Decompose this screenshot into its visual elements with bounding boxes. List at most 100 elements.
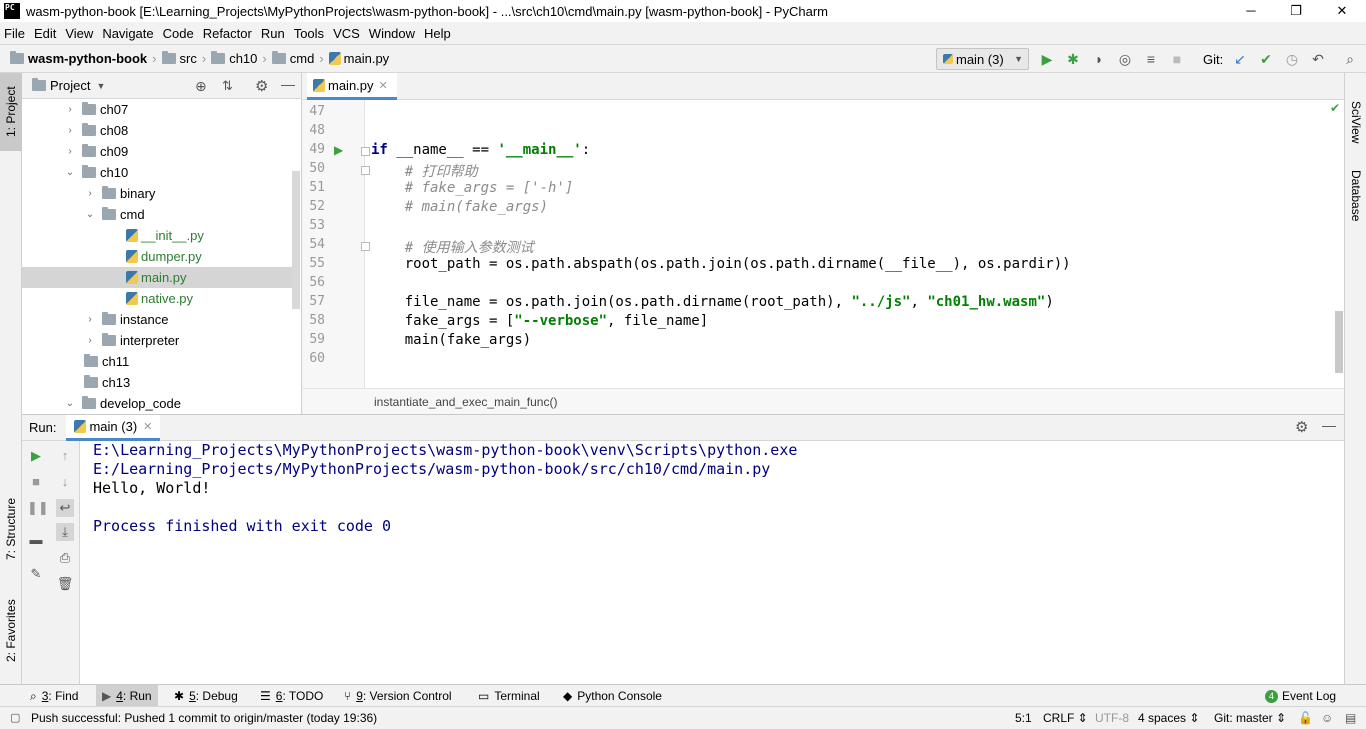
inspection-ok-icon[interactable]: ✔ bbox=[1330, 101, 1340, 115]
breadcrumb-ch10[interactable]: ch10 bbox=[211, 51, 257, 66]
maximize-button[interactable]: ❐ bbox=[1273, 0, 1319, 22]
menu-help[interactable]: Help bbox=[424, 26, 451, 41]
tree-item-ch10[interactable]: ⌄ ch10 bbox=[22, 162, 292, 183]
tree-item-native-py[interactable]: native.py bbox=[22, 288, 292, 309]
lock-icon[interactable]: 🔓 bbox=[1298, 711, 1313, 725]
project-tool-tab[interactable]: 1: Project bbox=[0, 73, 22, 151]
fold-marker-icon[interactable] bbox=[361, 147, 370, 156]
menu-file[interactable]: File bbox=[4, 26, 25, 41]
menu-run[interactable]: Run bbox=[261, 26, 285, 41]
fold-marker-icon[interactable] bbox=[361, 166, 370, 175]
breadcrumb-cmd[interactable]: cmd bbox=[271, 51, 314, 66]
rerun-icon[interactable]: ▶ bbox=[27, 447, 45, 465]
hide-icon[interactable]: — bbox=[1322, 417, 1336, 433]
tool-tab-python-console[interactable]: ◆ Python Console bbox=[563, 685, 662, 707]
close-button[interactable]: ✕ bbox=[1319, 0, 1365, 22]
menu-tools[interactable]: Tools bbox=[294, 26, 324, 41]
menu-window[interactable]: Window bbox=[369, 26, 415, 41]
fold-marker-icon[interactable] bbox=[361, 242, 370, 251]
chevron-down-icon[interactable]: ▼ bbox=[96, 81, 105, 91]
chevron-right-icon[interactable]: › bbox=[64, 104, 76, 115]
tree-item-interpreter[interactable]: › interpreter bbox=[22, 330, 292, 351]
chevron-right-icon[interactable]: › bbox=[64, 125, 76, 136]
menu-vcs[interactable]: VCS bbox=[333, 26, 360, 41]
close-tab-icon[interactable]: ✕ bbox=[143, 420, 152, 433]
profile-icon[interactable]: ◎ bbox=[1117, 51, 1133, 67]
tree-item-instance[interactable]: › instance bbox=[22, 309, 292, 330]
inspector-icon[interactable]: ☺ bbox=[1321, 711, 1333, 725]
hide-icon[interactable]: — bbox=[281, 76, 295, 92]
git-branch[interactable]: Git: master ⇕ bbox=[1214, 711, 1286, 725]
tree-item-ch07[interactable]: › ch07 bbox=[22, 99, 292, 120]
tool-tab-find[interactable]: ⌕ 3: Find bbox=[30, 685, 78, 707]
arrow-up-icon[interactable]: ↑ bbox=[56, 447, 74, 465]
locate-icon[interactable]: ⊕ bbox=[195, 78, 207, 95]
favorites-tool-tab[interactable]: 2: Favorites bbox=[0, 585, 22, 677]
chevron-down-icon[interactable]: ⌄ bbox=[84, 209, 96, 220]
menu-edit[interactable]: Edit bbox=[34, 26, 56, 41]
editor-breadcrumb[interactable]: instantiate_and_exec_main_func() bbox=[303, 388, 1344, 414]
console-output[interactable]: E:\Learning_Projects\MyPythonProjects\wa… bbox=[93, 441, 797, 536]
status-message[interactable]: Push successful: Pushed 1 commit to orig… bbox=[31, 711, 377, 725]
stop-icon[interactable]: ■ bbox=[1169, 51, 1185, 67]
run-gutter-icon[interactable]: ▶ bbox=[334, 143, 343, 157]
indent-setting[interactable]: 4 spaces ⇕ bbox=[1138, 711, 1199, 725]
vcs-update-icon[interactable]: ↙ bbox=[1232, 51, 1248, 67]
menu-code[interactable]: Code bbox=[163, 26, 194, 41]
event-log-button[interactable]: 4 Event Log bbox=[1265, 685, 1336, 707]
close-tab-icon[interactable]: ✕ bbox=[379, 79, 388, 92]
chevron-down-icon[interactable]: ⌄ bbox=[64, 398, 76, 409]
menu-view[interactable]: View bbox=[65, 26, 93, 41]
gear-icon[interactable]: ⚙ bbox=[1295, 418, 1308, 436]
tool-tab-run[interactable]: ▶ 4: Run bbox=[96, 685, 158, 707]
tree-item-init-py[interactable]: __init__.py bbox=[22, 225, 292, 246]
stop-icon[interactable]: ■ bbox=[27, 473, 45, 491]
tool-tab-todo[interactable]: ☰ 6: TODO bbox=[260, 685, 323, 707]
line-separator[interactable]: CRLF ⇕ bbox=[1043, 711, 1088, 725]
chevron-right-icon[interactable]: › bbox=[84, 314, 96, 325]
tree-item-ch08[interactable]: › ch08 bbox=[22, 120, 292, 141]
chevron-right-icon[interactable]: › bbox=[64, 146, 76, 157]
structure-tool-tab[interactable]: 7: Structure bbox=[0, 483, 22, 575]
project-panel-title[interactable]: Project bbox=[50, 78, 90, 93]
coverage-icon[interactable]: ◗ bbox=[1091, 51, 1107, 67]
vcs-commit-icon[interactable]: ✔ bbox=[1258, 51, 1274, 67]
tree-item-ch09[interactable]: › ch09 bbox=[22, 141, 292, 162]
tree-item-cmd[interactable]: ⌄ cmd bbox=[22, 204, 292, 225]
editor-scrollbar[interactable] bbox=[1335, 311, 1343, 373]
tree-item-develop-code[interactable]: ⌄ develop_code bbox=[22, 393, 292, 414]
status-toggle-icon[interactable]: ▢ bbox=[10, 711, 20, 724]
pause-icon[interactable]: ❚❚ bbox=[27, 499, 49, 517]
tree-item-main-py[interactable]: main.py bbox=[22, 267, 292, 288]
tree-item-dumper-py[interactable]: dumper.py bbox=[22, 246, 292, 267]
notifications-icon[interactable]: ▤ bbox=[1345, 711, 1356, 725]
run-configuration-select[interactable]: main (3) ▼ bbox=[936, 48, 1029, 70]
menu-navigate[interactable]: Navigate bbox=[102, 26, 153, 41]
search-icon[interactable]: ⌕ bbox=[1342, 51, 1358, 67]
breadcrumb-project[interactable]: wasm-python-book bbox=[10, 51, 147, 66]
restore-layout-icon[interactable]: ▬ bbox=[27, 531, 45, 549]
pin-icon[interactable]: ✎ bbox=[27, 565, 45, 583]
database-tool-tab[interactable]: Database bbox=[1345, 161, 1366, 231]
tree-item-ch13[interactable]: ch13 bbox=[22, 372, 292, 393]
tree-item-ch11[interactable]: ch11 bbox=[22, 351, 292, 372]
arrow-down-icon[interactable]: ↓ bbox=[56, 473, 74, 491]
breadcrumb-src[interactable]: src bbox=[161, 51, 197, 66]
history-icon[interactable]: ◷ bbox=[1284, 51, 1300, 67]
sciview-tool-tab[interactable]: SciView bbox=[1345, 97, 1366, 147]
caret-position[interactable]: 5:1 bbox=[1015, 711, 1032, 725]
collapse-all-icon[interactable]: ⇅ bbox=[222, 78, 233, 94]
chevron-right-icon[interactable]: › bbox=[84, 188, 96, 199]
rollback-icon[interactable]: ↶ bbox=[1310, 51, 1326, 67]
tool-tab-version-control[interactable]: ⑂ 9: Version Control bbox=[344, 685, 452, 707]
print-icon[interactable]: ⎙ bbox=[56, 549, 74, 567]
breadcrumb-main[interactable]: main.py bbox=[328, 51, 389, 66]
tree-item-binary[interactable]: › binary bbox=[22, 183, 292, 204]
trash-icon[interactable]: 🗑 bbox=[56, 575, 74, 593]
debug-icon[interactable]: ✱ bbox=[1065, 51, 1081, 67]
chevron-down-icon[interactable]: ⌄ bbox=[64, 167, 76, 178]
minimize-button[interactable]: ─ bbox=[1228, 0, 1274, 22]
tool-tab-terminal[interactable]: ▭ Terminal bbox=[478, 685, 540, 707]
concurrency-icon[interactable]: ≡ bbox=[1143, 51, 1159, 67]
scroll-to-end-icon[interactable]: ⤓ bbox=[56, 523, 74, 541]
